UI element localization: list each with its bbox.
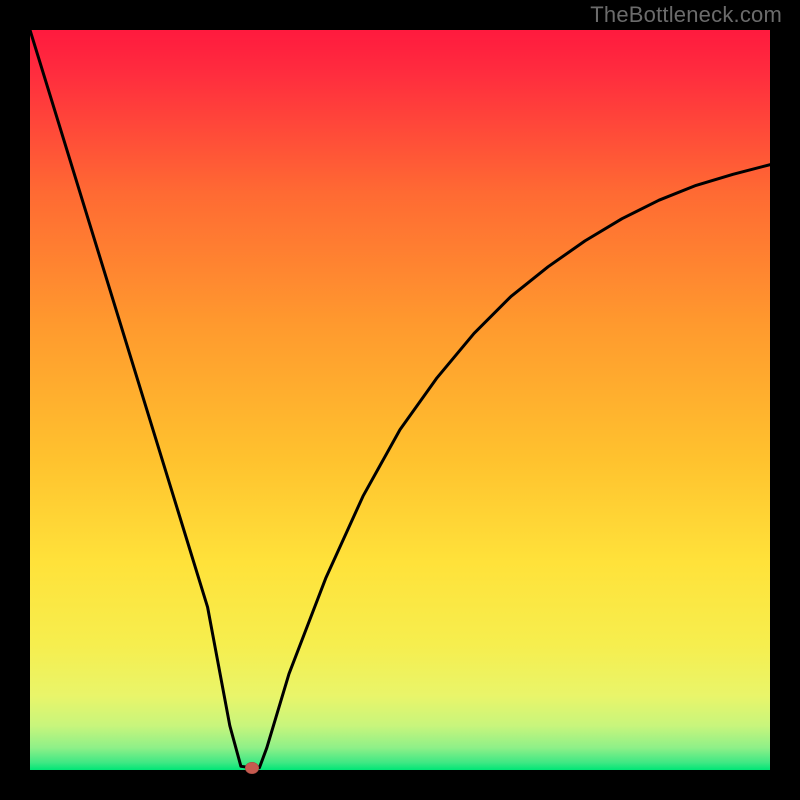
chart-svg	[30, 30, 770, 770]
gradient-background	[30, 30, 770, 770]
chart-frame: TheBottleneck.com	[0, 0, 800, 800]
plot-area	[30, 30, 770, 770]
optimal-point-marker	[245, 762, 259, 774]
watermark-text: TheBottleneck.com	[590, 2, 782, 28]
